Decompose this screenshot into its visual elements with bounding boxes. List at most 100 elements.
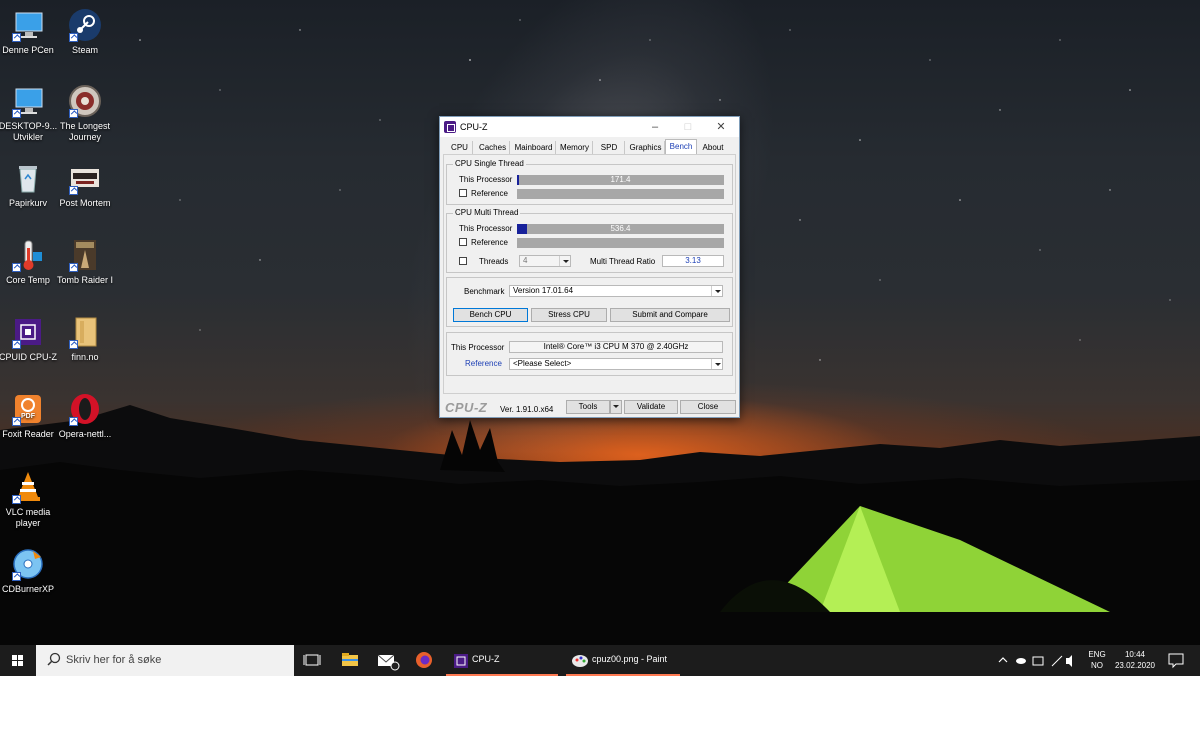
taskbar-search-box[interactable]: Skriv her for å søke (36, 645, 294, 676)
desktop-icon-tomb-raider[interactable]: Tomb Raider I (53, 238, 117, 286)
computer-icon (11, 84, 45, 118)
multi-this-processor-label: This Processor (459, 224, 513, 233)
chevron-down-icon (711, 286, 722, 296)
onedrive-icon (1016, 658, 1026, 664)
single-this-processor-label: This Processor (459, 175, 513, 184)
language-indicator[interactable]: ENG NO (1082, 645, 1112, 676)
desktop-icon-cpuz[interactable]: CPUID CPU-Z (0, 315, 60, 363)
cpuz-window: CPU-Z – □ ✕ CPU Caches Mainboard Memory … (439, 116, 740, 418)
desktop-icon-longest-journey[interactable]: The Longest Journey (53, 84, 117, 143)
threads-checkbox[interactable] (459, 257, 467, 265)
threads-select[interactable]: 4 (519, 255, 571, 267)
cpuz-footer: CPU-Z Ver. 1.91.0.x64 Tools Validate Clo… (440, 397, 739, 417)
game-icon (68, 161, 102, 195)
version-label: Ver. 1.91.0.x64 (500, 405, 554, 414)
threads-label: Threads (479, 257, 509, 266)
mail-icon[interactable] (374, 645, 402, 676)
recycle-bin-icon (11, 161, 45, 195)
minimize-icon[interactable]: – (640, 117, 670, 137)
cpu-chip-icon (11, 315, 45, 349)
system-tray-icons (996, 645, 1076, 676)
search-icon (47, 652, 61, 666)
tab-about[interactable]: About (698, 141, 728, 154)
tab-bench[interactable]: Bench (665, 139, 697, 154)
clock[interactable]: 10:44 23.02.2020 (1112, 645, 1158, 676)
benchmark-label: Benchmark (464, 287, 505, 296)
compare-reference-label: Reference (465, 359, 502, 368)
single-thread-label: CPU Single Thread (453, 159, 526, 168)
folder-icon (68, 315, 102, 349)
reference-processor-select[interactable]: <Please Select> (509, 358, 723, 370)
chevron-down-icon (711, 359, 722, 369)
cpuz-app-icon (444, 121, 456, 133)
start-button[interactable] (0, 645, 36, 676)
desktop-icon-vlc[interactable]: VLC media player (0, 470, 60, 529)
tab-mainboard[interactable]: Mainboard (512, 141, 556, 154)
benchmark-version-value: Version 17.01.64 (513, 286, 574, 295)
game-icon (68, 238, 102, 272)
multi-reference-checkbox[interactable] (459, 238, 467, 246)
task-view-icon[interactable] (300, 645, 324, 676)
cpu-chip-icon (454, 654, 468, 668)
close-icon[interactable]: ✕ (706, 117, 736, 137)
desktop-wallpaper: Denne PCen Steam DESKTOP-9... Utvikler T… (0, 0, 1200, 645)
lang-bottom: NO (1091, 661, 1103, 670)
reference-processor-value: <Please Select> (513, 359, 572, 368)
desktop-icon-foxit[interactable]: PDF Foxit Reader (0, 392, 60, 440)
tab-caches[interactable]: Caches (476, 141, 510, 154)
taskbar-app-cpuz[interactable]: CPU-Z (446, 645, 558, 676)
bench-cpu-button[interactable]: Bench CPU (453, 308, 528, 322)
desktop-icon-finn[interactable]: finn.no (53, 315, 117, 363)
tab-cpu[interactable]: CPU (447, 141, 473, 154)
maximize-icon: □ (684, 121, 692, 133)
clock-time: 10:44 (1124, 650, 1146, 659)
single-reference-bar (517, 189, 724, 199)
single-reference-checkbox[interactable] (459, 189, 467, 197)
chevron-down-icon (610, 401, 621, 411)
chevron-down-icon (559, 256, 570, 266)
multi-thread-score: 536.4 (610, 224, 631, 233)
desktop-icon-core-temp[interactable]: Core Temp (0, 238, 60, 286)
compare-this-processor-label: This Processor (451, 343, 505, 352)
cpuz-logo: CPU-Z (445, 400, 488, 415)
desktop-icon-recycle-bin[interactable]: Papirkurv (0, 161, 60, 209)
desktop-icon-this-pc[interactable]: Denne PCen (0, 8, 60, 56)
tab-strip: CPU Caches Mainboard Memory SPD Graphics… (443, 139, 739, 154)
taskbar-app-paint[interactable]: cpuz00.png - Paint (566, 645, 680, 676)
taskbar-app-paint-label: cpuz00.png - Paint (592, 654, 668, 664)
windows-logo-icon (12, 655, 23, 666)
notification-icon[interactable] (1164, 645, 1188, 676)
cpuz-titlebar[interactable]: CPU-Z – □ ✕ (440, 117, 739, 137)
single-thread-group: CPU Single Thread This Processor 171.4 R… (446, 159, 733, 205)
search-placeholder: Skriv her for å søke (66, 654, 162, 666)
taskbar-app-cpuz-label: CPU-Z (472, 654, 500, 664)
paint-palette-icon (572, 655, 588, 667)
desktop-icon-opera[interactable]: Opera-nettl... (53, 392, 117, 440)
clock-date: 23.02.2020 (1114, 661, 1156, 670)
firefox-icon[interactable] (412, 645, 436, 676)
desktop-icon-post-mortem[interactable]: Post Mortem (53, 161, 117, 209)
tools-button[interactable]: Tools (566, 400, 610, 414)
validate-button[interactable]: Validate (624, 400, 678, 414)
benchmark-version-select[interactable]: Version 17.01.64 (509, 285, 723, 297)
desktop-icon-desktop9[interactable]: DESKTOP-9... Utvikler (0, 84, 60, 143)
close-button[interactable]: Close (680, 400, 736, 414)
tab-spd[interactable]: SPD (594, 141, 625, 154)
single-thread-bar: 171.4 (517, 175, 724, 185)
desktop-icon-cdburner[interactable]: CDBurnerXP (0, 547, 60, 595)
thermometer-icon (11, 238, 45, 272)
multi-thread-group: CPU Multi Thread This Processor 536.4 Re… (446, 208, 733, 273)
tab-graphics[interactable]: Graphics (627, 141, 665, 154)
tools-dropdown[interactable] (610, 400, 622, 414)
bench-panel: CPU Single Thread This Processor 171.4 R… (443, 154, 736, 394)
tab-memory[interactable]: Memory (557, 141, 593, 154)
active-app-underline (446, 674, 558, 676)
chevron-up-icon (998, 657, 1008, 663)
submit-compare-button[interactable]: Submit and Compare (610, 308, 730, 322)
stress-cpu-button[interactable]: Stress CPU (531, 308, 607, 322)
desktop-icon-steam[interactable]: Steam (53, 8, 117, 56)
compare-group: This Processor Intel® Core™ i3 CPU M 370… (446, 332, 733, 376)
game-icon (68, 84, 102, 118)
file-explorer-icon[interactable] (338, 645, 362, 676)
multi-reference-label: Reference (471, 238, 508, 247)
